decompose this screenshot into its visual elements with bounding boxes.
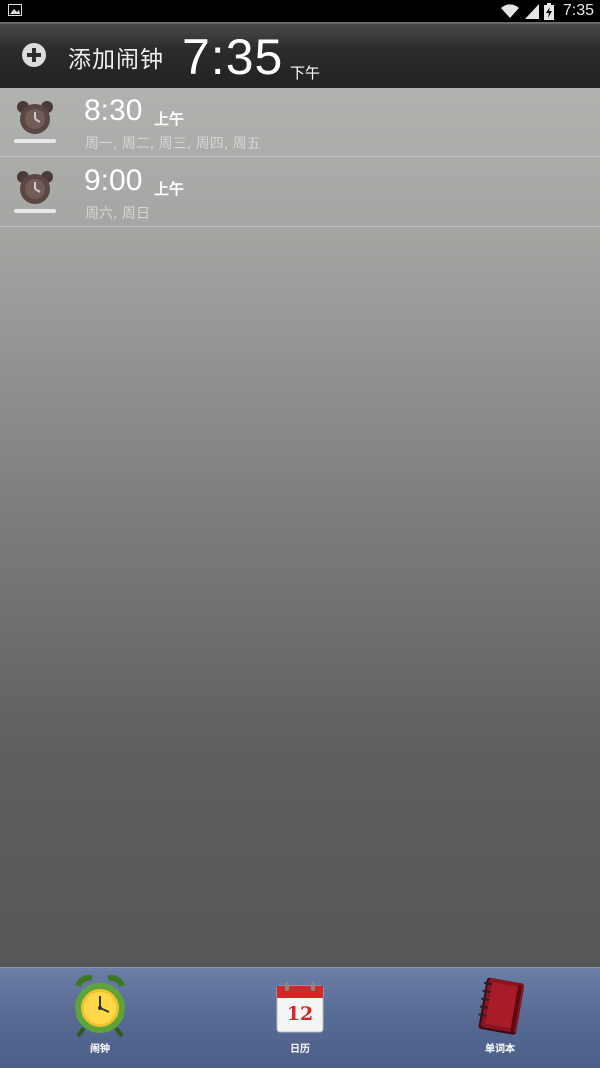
alarm-ampm: 上午 xyxy=(154,180,185,198)
bottom-nav: 闹钟 12 日历 单词本 xyxy=(0,967,600,1068)
nav-alarm[interactable]: 闹钟 xyxy=(45,968,155,1068)
image-notification-icon xyxy=(8,4,22,16)
signal-icon xyxy=(524,4,539,19)
alarm-days: 周一, 周二, 周三, 周四, 周五 xyxy=(85,136,261,152)
calendar-day: 12 xyxy=(287,1003,313,1025)
alarm-item[interactable]: 9:00 上午 周六, 周日 xyxy=(0,158,600,227)
alarm-item[interactable]: 8:30 上午 周一, 周二, 周三, 周四, 周五 xyxy=(0,88,600,157)
alarm-clock-icon[interactable] xyxy=(14,168,56,216)
alarm-days: 周六, 周日 xyxy=(85,206,150,222)
nav-alarm-label: 闹钟 xyxy=(90,1044,110,1055)
status-bar: 7:35 xyxy=(0,0,600,22)
nav-calendar[interactable]: 12 日历 xyxy=(245,968,355,1068)
header-bar: 添加闹钟 7:35 下午 xyxy=(0,22,600,88)
add-alarm-icon[interactable] xyxy=(22,43,46,67)
calendar-icon: 12 xyxy=(276,982,324,1033)
wifi-icon xyxy=(500,4,519,18)
alarm-time: 8:30 xyxy=(84,94,143,127)
alarm-time: 9:00 xyxy=(84,164,143,197)
alarm-clock-icon[interactable] xyxy=(14,98,56,146)
current-time: 7:35 xyxy=(182,29,284,85)
alarm-clock-icon xyxy=(75,974,125,1038)
alarm-ampm: 上午 xyxy=(154,110,185,128)
status-time: 7:35 xyxy=(562,2,594,19)
notebook-icon xyxy=(478,977,525,1035)
nav-notebook-label: 单词本 xyxy=(485,1044,515,1055)
nav-calendar-label: 日历 xyxy=(290,1044,310,1055)
nav-notebook[interactable]: 单词本 xyxy=(445,968,555,1068)
current-ampm: 下午 xyxy=(290,64,321,82)
add-alarm-button[interactable]: 添加闹钟 xyxy=(68,40,164,74)
battery-icon xyxy=(543,2,554,20)
